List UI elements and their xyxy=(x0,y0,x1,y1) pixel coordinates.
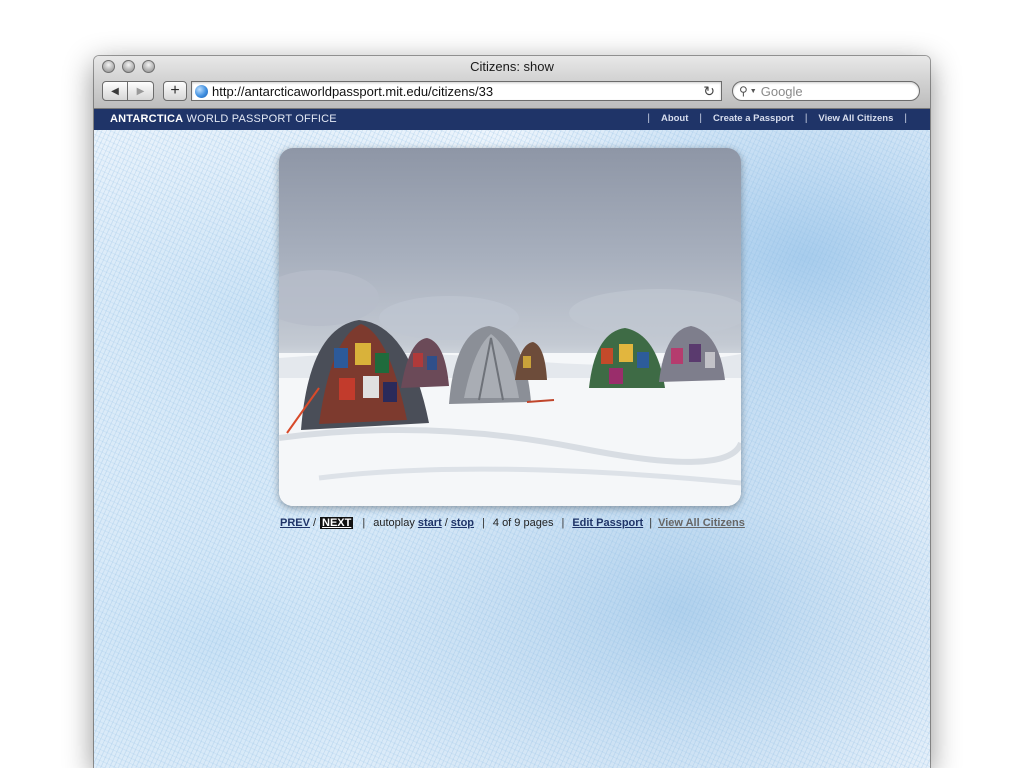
page-info: 4 of 9 pages xyxy=(492,517,554,529)
brand-bold: ANTARCTICA xyxy=(110,113,184,125)
nav-separator: | xyxy=(699,113,703,124)
nav-about[interactable]: About xyxy=(661,113,688,124)
search-input[interactable] xyxy=(760,83,901,99)
citizen-photo xyxy=(279,148,741,506)
window-title: Citizens: show xyxy=(470,59,554,74)
globe-icon xyxy=(195,84,208,98)
forward-button[interactable]: ▶ xyxy=(128,81,154,101)
pager-slash: / xyxy=(312,517,317,529)
site-logo[interactable]: ANTARCTICA WORLD PASSPORT OFFICE xyxy=(110,113,337,125)
address-bar[interactable]: http://antarcticaworldpassport.mit.edu/c… xyxy=(191,81,722,101)
brand-rest: WORLD PASSPORT OFFICE xyxy=(183,113,337,125)
pager: PREV / NEXT | autoplay start / stop | 4 … xyxy=(280,515,840,531)
nav-create-passport[interactable]: Create a Passport xyxy=(713,113,794,124)
tents-image xyxy=(279,270,741,506)
search-icon: ⚲ xyxy=(739,84,748,98)
view-all-citizens-link[interactable]: View All Citizens xyxy=(658,517,745,529)
add-bookmark-button[interactable]: + xyxy=(163,81,187,101)
prev-link[interactable]: PREV xyxy=(280,517,310,529)
reload-icon[interactable]: ↻ xyxy=(703,83,715,100)
pager-separator: | xyxy=(362,517,366,529)
autoplay-label: autoplay xyxy=(373,517,415,529)
pager-slash: / xyxy=(444,517,448,529)
edit-passport-link[interactable]: Edit Passport xyxy=(572,517,643,529)
pager-separator: | xyxy=(561,517,565,529)
autoplay-stop-link[interactable]: stop xyxy=(451,517,474,529)
plus-icon: + xyxy=(170,82,180,99)
nav-view-all-citizens[interactable]: View All Citizens xyxy=(818,113,893,124)
chevron-down-icon[interactable]: ▼ xyxy=(750,88,757,95)
site-header: ANTARCTICA WORLD PASSPORT OFFICE | About… xyxy=(94,109,930,130)
nav-separator: | xyxy=(647,113,650,124)
back-arrow-icon: ◀ xyxy=(111,85,119,97)
url-text[interactable]: http://antarcticaworldpassport.mit.edu/c… xyxy=(212,84,703,99)
nav-separator: | xyxy=(804,113,808,124)
pager-separator: | xyxy=(482,517,485,529)
nav-separator: | xyxy=(904,113,907,124)
page-content: PREV / NEXT | autoplay start / stop | 4 … xyxy=(94,130,930,768)
pager-separator: | xyxy=(649,517,653,529)
forward-arrow-icon: ▶ xyxy=(136,85,145,97)
back-button[interactable]: ◀ xyxy=(102,81,128,101)
browser-window: Citizens: show ◀ ▶ + http://antarcticawo… xyxy=(94,56,930,768)
browser-titlebar: Citizens: show ◀ ▶ + http://antarcticawo… xyxy=(94,56,930,109)
autoplay-start-link[interactable]: start xyxy=(418,517,442,529)
history-buttons: ◀ ▶ xyxy=(102,81,154,101)
search-field[interactable]: ⚲ ▼ xyxy=(732,81,920,101)
next-link[interactable]: NEXT xyxy=(320,517,354,529)
top-nav: | About | Create a Passport | View All C… xyxy=(636,113,918,124)
